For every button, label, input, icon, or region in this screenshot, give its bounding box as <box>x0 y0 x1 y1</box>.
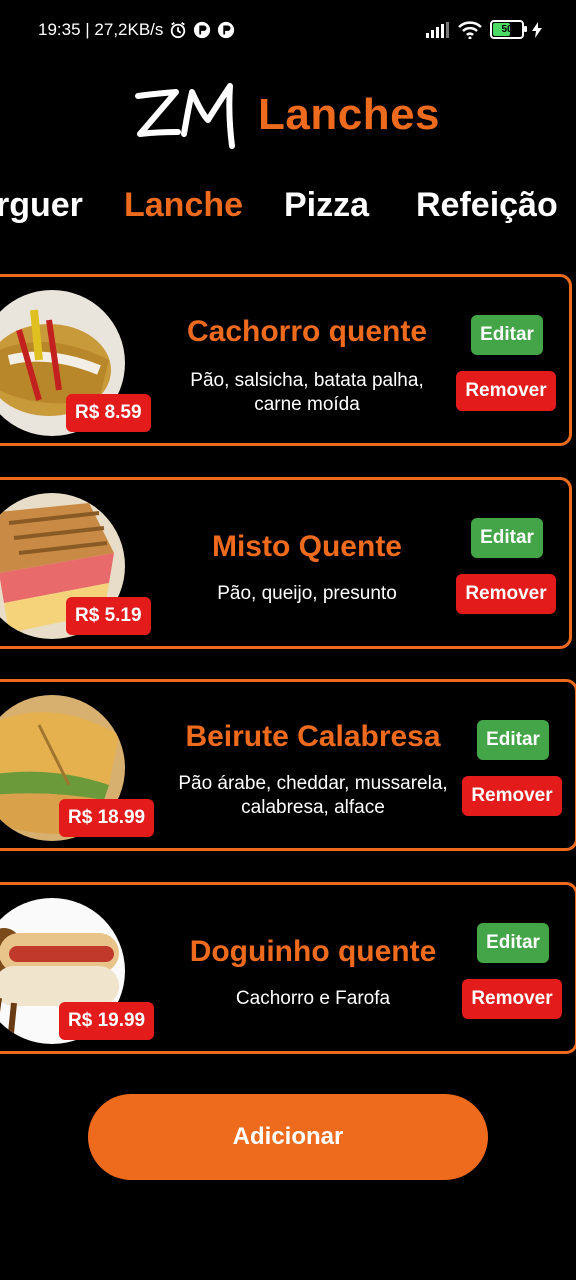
product-name: Misto Quente <box>211 530 402 563</box>
product-card[interactable]: R$ 19.99 Doguinho quente Cachorro e Faro… <box>0 882 576 1054</box>
product-name: Cachorro quente <box>186 315 428 348</box>
tab-lanche[interactable]: Lanche <box>124 186 243 225</box>
app-icon <box>218 21 235 39</box>
alarm-icon <box>171 22 186 39</box>
brand-name: Lanches <box>258 90 441 139</box>
edit-button[interactable]: Editar <box>477 720 549 760</box>
product-name: Beirute Calabresa <box>185 720 441 753</box>
app-icon <box>194 21 211 39</box>
zm-logo <box>135 83 235 149</box>
price-badge: R$ 8.59 <box>66 394 151 432</box>
product-description: Pão, queijo, presunto <box>217 583 397 604</box>
edit-button[interactable]: Editar <box>471 315 543 355</box>
app-header: Lanches <box>0 80 576 152</box>
add-button[interactable]: Adicionar <box>88 1094 488 1180</box>
status-time: 19:35 | 27,2KB/s <box>38 20 164 39</box>
remove-button[interactable]: Remover <box>456 574 556 614</box>
battery-icon: 50 <box>490 20 527 39</box>
edit-button[interactable]: Editar <box>477 923 549 963</box>
price-badge: R$ 5.19 <box>66 597 151 635</box>
remove-button[interactable]: Remover <box>462 979 562 1019</box>
tab-pizza[interactable]: Pizza <box>284 186 369 225</box>
price-badge: R$ 19.99 <box>59 1002 155 1040</box>
product-description: carne moída <box>254 394 360 415</box>
category-tabs: rguer Lanche Pizza Refeição <box>0 186 576 236</box>
product-description: calabresa, alface <box>241 797 385 818</box>
status-bar: 19:35 | 27,2KB/s 50 <box>0 0 576 62</box>
product-description: Cachorro e Farofa <box>235 988 391 1009</box>
product-name: Doguinho quente <box>189 935 437 968</box>
product-description: Pão, salsicha, batata palha, <box>190 370 424 391</box>
product-description: Pão árabe, cheddar, mussarela, <box>178 773 448 794</box>
tab-hamburguer[interactable]: rguer <box>0 186 83 225</box>
product-card[interactable]: R$ 5.19 Misto Quente Pão, queijo, presun… <box>0 477 572 649</box>
product-card[interactable]: R$ 18.99 Beirute Calabresa Pão árabe, ch… <box>0 679 576 851</box>
price-badge: R$ 18.99 <box>59 799 155 837</box>
signal-icon <box>426 21 449 38</box>
tab-refeicao[interactable]: Refeição <box>416 186 558 225</box>
remove-button[interactable]: Remover <box>456 371 556 411</box>
charging-icon <box>532 21 542 38</box>
remove-button[interactable]: Remover <box>462 776 562 816</box>
edit-button[interactable]: Editar <box>471 518 543 558</box>
product-card[interactable]: R$ 8.59 Cachorro quente Pão, salsicha, b… <box>0 274 572 446</box>
wifi-icon <box>458 20 482 39</box>
